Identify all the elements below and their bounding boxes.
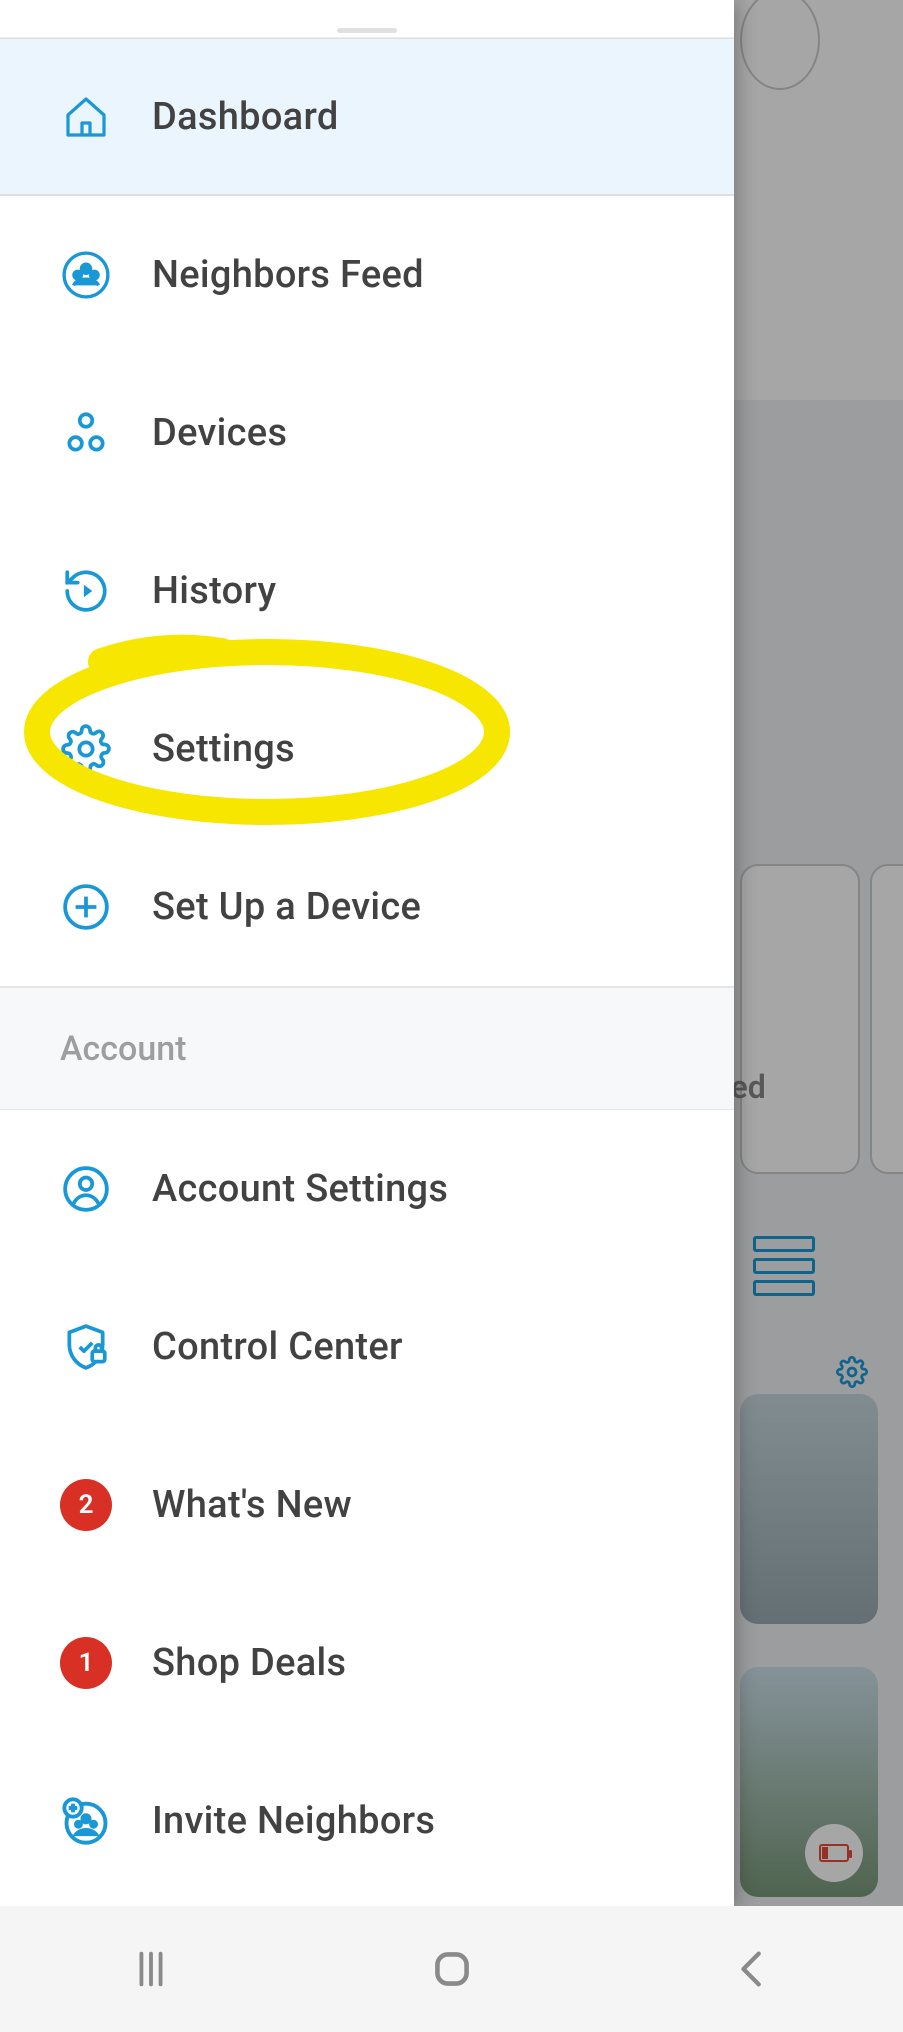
home-icon (60, 91, 112, 143)
nav-label: Control Center (152, 1325, 403, 1369)
nav-item-history[interactable]: History (0, 512, 734, 670)
nav-item-control-center[interactable]: Control Center (0, 1268, 734, 1426)
neighbors-icon (60, 249, 112, 301)
badge-icon: 2 (60, 1479, 112, 1531)
drag-handle[interactable] (337, 28, 397, 33)
nav-item-dashboard[interactable]: Dashboard (0, 38, 734, 196)
shield-lock-icon (60, 1321, 112, 1373)
history-icon (60, 565, 112, 617)
gear-icon (60, 723, 112, 775)
android-back-button[interactable] (713, 1939, 793, 1999)
android-recent-button[interactable] (111, 1939, 191, 1999)
nav-label: Settings (152, 727, 295, 771)
nav-item-settings[interactable]: Settings (0, 670, 734, 828)
android-home-button[interactable] (412, 1939, 492, 1999)
nav-item-devices[interactable]: Devices (0, 354, 734, 512)
nav-label: History (152, 569, 276, 613)
nav-label: Invite Neighbors (152, 1799, 435, 1843)
nav-item-invite-neighbors[interactable]: Invite Neighbors (0, 1742, 734, 1900)
navigation-drawer: Dashboard Neighbors Feed Devices History (0, 0, 734, 1906)
android-nav-bar (0, 1906, 903, 2032)
plus-circle-icon (60, 881, 112, 933)
nav-label: Set Up a Device (152, 885, 421, 929)
nav-item-whats-new[interactable]: 2 What's New (0, 1426, 734, 1584)
drawer-handle-area (0, 0, 734, 38)
nav-label: What's New (152, 1483, 352, 1527)
nav-item-shop-deals[interactable]: 1 Shop Deals (0, 1584, 734, 1742)
nav-item-account-settings[interactable]: Account Settings (0, 1110, 734, 1268)
screen: Used (0, 0, 903, 2032)
nav-item-neighbors-feed[interactable]: Neighbors Feed (0, 196, 734, 354)
section-header-label: Account (60, 1029, 187, 1069)
nav-label: Account Settings (152, 1167, 448, 1211)
person-icon (60, 1163, 112, 1215)
nav-item-set-up-device[interactable]: Set Up a Device (0, 828, 734, 986)
devices-icon (60, 407, 112, 459)
nav-label: Shop Deals (152, 1641, 346, 1685)
invite-neighbors-icon (60, 1795, 112, 1847)
nav-label: Devices (152, 411, 287, 455)
nav-label: Dashboard (152, 95, 339, 139)
section-header-account: Account (0, 986, 734, 1110)
notification-badge: 2 (60, 1479, 112, 1531)
badge-icon: 1 (60, 1637, 112, 1689)
notification-badge: 1 (60, 1637, 112, 1689)
nav-label: Neighbors Feed (152, 253, 424, 297)
